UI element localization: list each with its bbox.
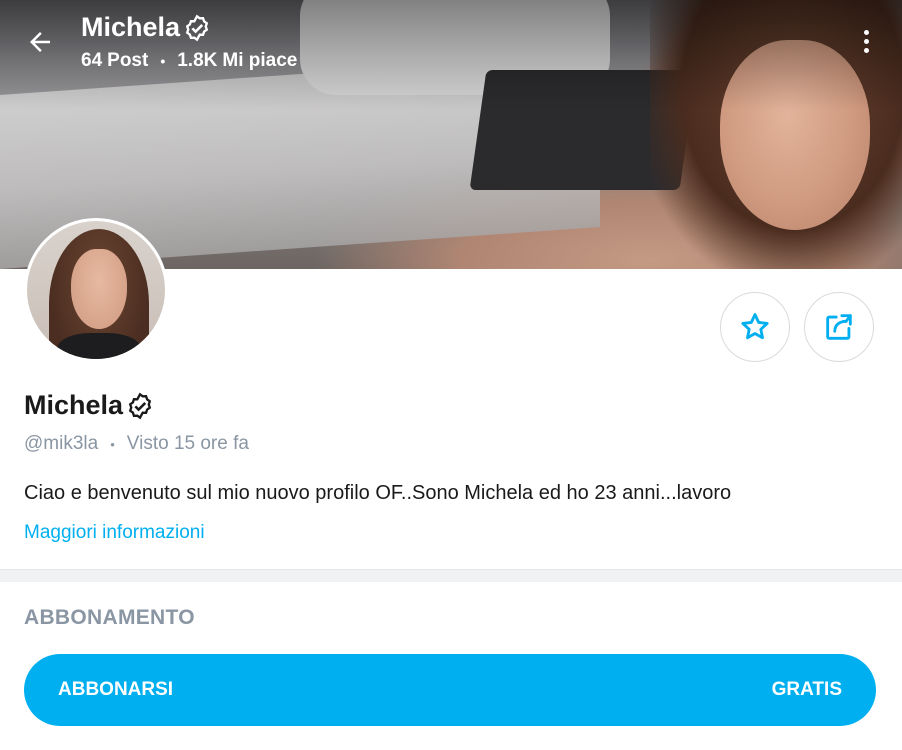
- handle-separator: •: [110, 436, 115, 452]
- posts-label: Post: [107, 50, 149, 71]
- handle-line: @mik3la • Visto 15 ore fa: [24, 433, 249, 455]
- share-icon: [826, 314, 852, 340]
- bio-text: Ciao e benvenuto sul mio nuovo profilo O…: [24, 482, 732, 504]
- handle: @mik3la: [24, 433, 99, 454]
- star-icon: [741, 313, 769, 340]
- verified-badge-icon: [185, 14, 209, 41]
- favorite-button[interactable]: [720, 292, 790, 362]
- header-name-text: Michela: [81, 12, 181, 42]
- avatar[interactable]: [24, 218, 168, 362]
- verified-badge-icon: [128, 392, 152, 419]
- top-bar: Michela 64 Post • 1.8K Mi piace: [0, 0, 902, 90]
- last-seen: Visto 15 ore fa: [126, 433, 249, 454]
- header-name: Michela: [81, 12, 211, 43]
- stats-separator: •: [160, 53, 166, 69]
- header-stats: 64 Post • 1.8K Mi piace: [81, 50, 297, 72]
- price-label: GRATIS: [771, 679, 842, 700]
- likes-label: Mi piace: [222, 50, 298, 71]
- profile-name: Michela: [24, 390, 154, 421]
- section-divider: [0, 569, 902, 582]
- subscription-title: ABBONAMENTO: [24, 606, 195, 629]
- more-options-button[interactable]: [852, 26, 880, 56]
- share-button[interactable]: [804, 292, 874, 362]
- back-button[interactable]: [22, 24, 58, 60]
- more-info-link[interactable]: Maggiori informazioni: [24, 522, 205, 544]
- arrow-left-icon: [30, 32, 50, 52]
- subscribe-button[interactable]: ABBONARSI GRATIS: [24, 654, 876, 726]
- more-vertical-icon: [863, 29, 869, 35]
- profile-name-text: Michela: [24, 390, 124, 420]
- posts-count: 64: [81, 50, 103, 71]
- likes-count: 1.8K: [177, 50, 218, 71]
- subscribe-label: ABBONARSI: [58, 679, 174, 700]
